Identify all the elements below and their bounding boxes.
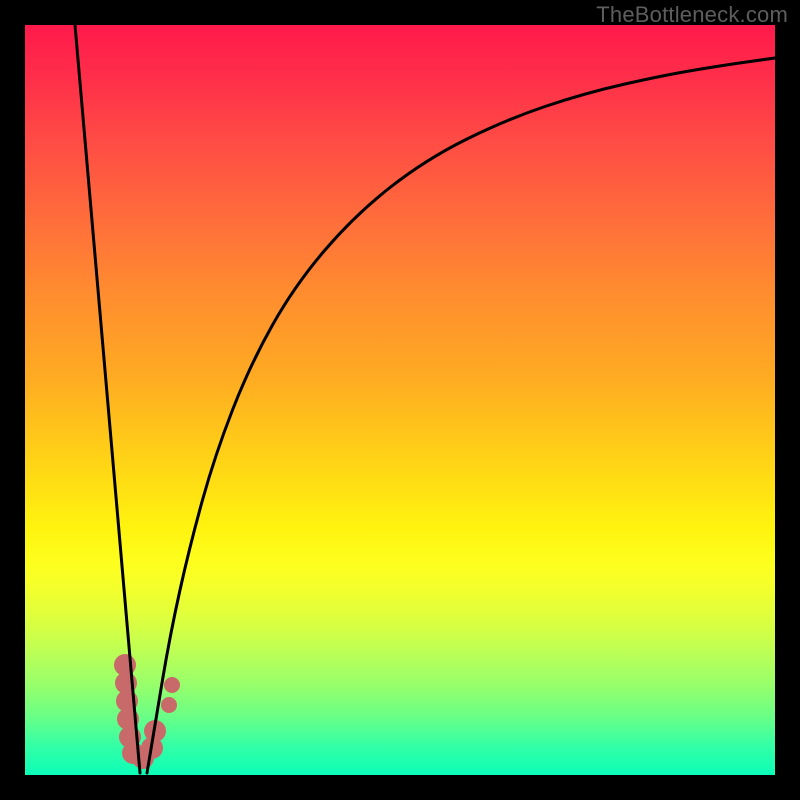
chart-frame: TheBottleneck.com (0, 0, 800, 800)
series-right-curve (147, 58, 775, 773)
marker-dot (164, 677, 180, 693)
curve-layer (75, 25, 775, 773)
marker-dot (161, 697, 177, 713)
series-left-line (75, 25, 140, 773)
marker-layer (114, 654, 180, 769)
chart-svg (25, 25, 775, 775)
plot-area (25, 25, 775, 775)
